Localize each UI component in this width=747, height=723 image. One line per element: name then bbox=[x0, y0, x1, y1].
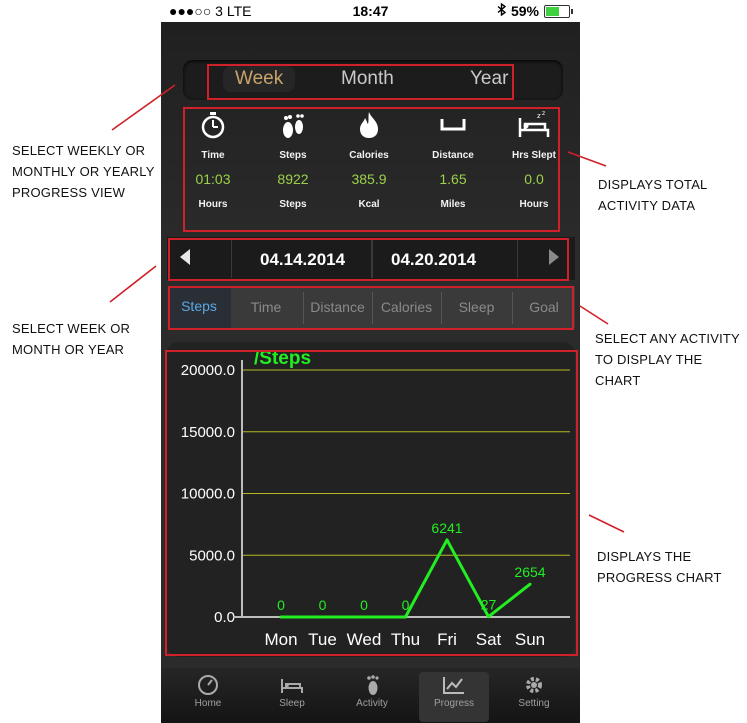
pointer-line bbox=[579, 305, 609, 325]
footprint-icon bbox=[337, 672, 407, 698]
annotation-select-range: SELECT WEEK OR MONTH OR YEAR bbox=[12, 321, 131, 357]
tabbar-label: Sleep bbox=[279, 698, 305, 709]
gauge-icon bbox=[173, 672, 243, 698]
highlight-activity-totals bbox=[183, 107, 560, 232]
tabbar-sleep[interactable]: Sleep bbox=[257, 672, 327, 709]
pointer-line bbox=[588, 514, 625, 533]
annotation-select-activity: SELECT ANY ACTIVITY TO DISPLAY THE CHART bbox=[595, 331, 740, 388]
tabbar-setting[interactable]: Setting bbox=[499, 672, 569, 709]
tabbar-label: Progress bbox=[433, 698, 474, 709]
highlight-chart bbox=[165, 350, 578, 656]
tabbar-progress[interactable]: Progress bbox=[419, 672, 489, 722]
highlight-date-range bbox=[168, 238, 569, 281]
highlight-period-tabs bbox=[207, 64, 514, 100]
tabbar-label: Activity bbox=[356, 698, 388, 709]
pointer-line bbox=[109, 265, 157, 303]
tabbar-activity[interactable]: Activity bbox=[337, 672, 407, 709]
annotation-select-period: SELECT WEEKLY OR MONTHLY OR YEARLY PROGR… bbox=[12, 143, 155, 200]
bed-icon bbox=[257, 672, 327, 698]
gear-icon bbox=[499, 672, 569, 698]
tabbar-label: Setting bbox=[518, 698, 550, 709]
tabbar-home[interactable]: Home bbox=[173, 672, 243, 709]
highlight-activity-tabs bbox=[168, 286, 574, 330]
annotation-progress-chart: DISPLAYS THE PROGRESS CHART bbox=[597, 549, 722, 585]
chart-icon bbox=[419, 672, 489, 698]
annotation-total-activity: DISPLAYS TOTAL ACTIVITY DATA bbox=[598, 177, 708, 213]
tabbar-label: Home bbox=[194, 698, 222, 709]
